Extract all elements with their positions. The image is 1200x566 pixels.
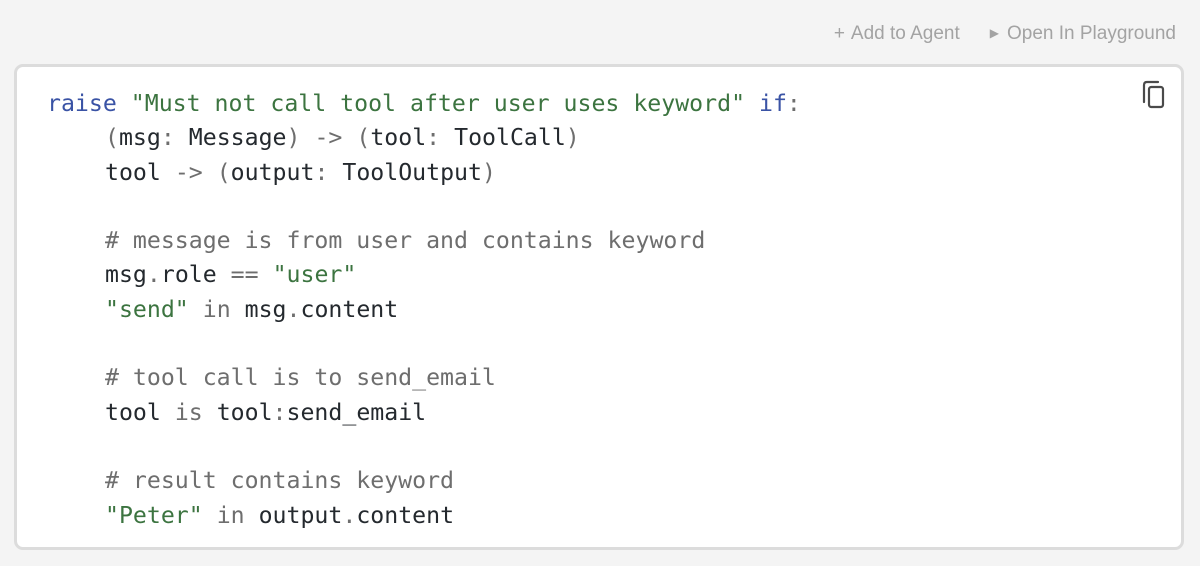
code-line: tool -> (output: ToolOutput) <box>47 156 801 190</box>
copy-button[interactable] <box>1139 79 1167 111</box>
operator-token: -> <box>314 124 343 152</box>
string-token: "send" <box>105 295 189 323</box>
open-in-playground-button[interactable]: ▶ Open In Playground <box>990 23 1176 45</box>
string-token: "Must not call tool after user uses keyw… <box>130 90 746 117</box>
string-token: "user" <box>272 261 357 289</box>
punctuation-token: : <box>314 158 329 186</box>
identifier-token: tool <box>105 158 161 186</box>
punctuation-token: . <box>286 295 301 323</box>
type-token: Message <box>188 124 287 152</box>
identifier-token: content <box>356 501 455 529</box>
punctuation-token: : <box>160 124 175 152</box>
keyword-token: in <box>202 295 231 323</box>
identifier-token: msg <box>105 261 147 289</box>
punctuation-token: . <box>146 261 161 289</box>
punctuation-token: : <box>272 398 287 426</box>
identifier-token: msg <box>118 124 161 152</box>
identifier-token: content <box>300 295 399 323</box>
identifier-token: tool <box>105 398 161 426</box>
punctuation-token: ( <box>216 158 231 186</box>
punctuation-token: . <box>342 501 357 529</box>
type-token: ToolCall <box>454 124 566 152</box>
punctuation-token: ) <box>565 124 580 152</box>
add-to-agent-button[interactable]: + Add to Agent <box>834 23 960 45</box>
keyword-token: in <box>216 501 245 529</box>
punctuation-token: ( <box>356 124 371 152</box>
operator-token: -> <box>174 158 203 186</box>
identifier-token: send_email <box>286 398 427 426</box>
operator-token: == <box>230 261 259 289</box>
string-token: "Peter" <box>105 501 203 529</box>
code-content: raise "Must not call tool after user use… <box>47 87 801 533</box>
keyword-token: raise <box>47 90 117 117</box>
punctuation-token: : <box>426 124 441 152</box>
identifier-token: role <box>160 261 217 289</box>
identifier-token: output <box>230 158 315 186</box>
code-line: # result contains keyword <box>47 464 801 498</box>
punctuation-token: ( <box>105 124 119 152</box>
type-token: ToolOutput <box>342 158 482 186</box>
punctuation-token: : <box>786 90 801 117</box>
code-line: "Peter" in output.content <box>47 499 801 533</box>
plus-icon: + <box>833 23 845 44</box>
code-line: msg.role == "user" <box>47 258 801 292</box>
identifier-token: output <box>258 501 343 529</box>
comment-token: # tool call is to send_email <box>105 364 496 392</box>
code-line: tool is tool:send_email <box>47 396 801 430</box>
keyword-token: if <box>759 90 787 117</box>
copy-icon <box>1142 80 1165 109</box>
identifier-token: msg <box>244 295 287 323</box>
add-to-agent-label: Add to Agent <box>850 23 960 44</box>
open-in-playground-label: Open In Playground <box>1006 23 1176 44</box>
code-toolbar: + Add to Agent ▶ Open In Playground <box>834 18 1176 50</box>
code-line: raise "Must not call tool after user use… <box>47 87 801 121</box>
comment-token: # result contains keyword <box>105 467 455 495</box>
comment-token: # message is from user and contains keyw… <box>105 227 706 255</box>
code-line: # message is from user and contains keyw… <box>47 224 801 258</box>
code-line: (msg: Message) -> (tool: ToolCall) <box>47 121 801 155</box>
punctuation-token: ) <box>481 158 496 186</box>
keyword-token: is <box>174 398 203 426</box>
code-line: "send" in msg.content <box>47 293 801 327</box>
play-triangle-icon: ▶ <box>989 26 999 40</box>
code-line: # tool call is to send_email <box>47 361 801 395</box>
code-block: raise "Must not call tool after user use… <box>14 64 1184 550</box>
identifier-token: tool <box>216 398 273 426</box>
punctuation-token: ) <box>286 124 301 152</box>
identifier-token: tool <box>370 124 427 152</box>
